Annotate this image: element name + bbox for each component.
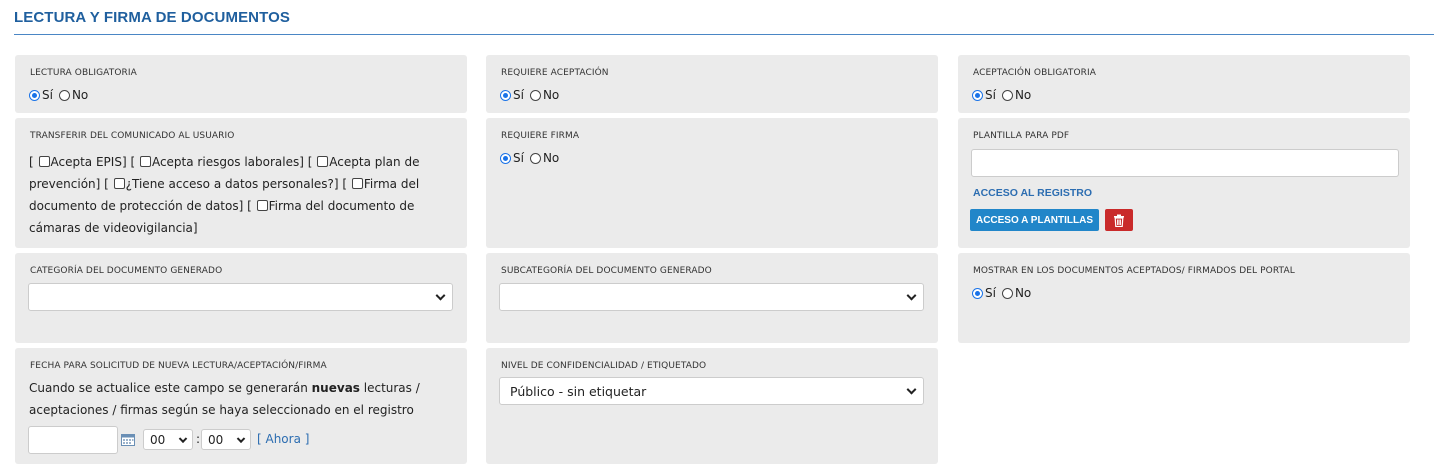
radio-yes-label: Sí <box>42 88 53 102</box>
fecha-text-bold: nuevas <box>311 381 360 395</box>
time-separator: : <box>196 432 201 446</box>
acceso-registro-link[interactable]: ACCESO AL REGISTRO <box>973 187 1092 199</box>
hour-select[interactable]: 00 <box>143 429 193 450</box>
radio-no-label: No <box>542 151 560 165</box>
radio-checked-icon <box>972 287 983 299</box>
option-label: ¿Tiene acceso a datos personales? <box>125 177 334 191</box>
radio-unchecked-icon <box>1001 89 1013 101</box>
requiere-firma-label: REQUIERE FIRMA <box>501 131 580 141</box>
plantilla-input[interactable] <box>971 149 1399 177</box>
card-lectura-obligatoria: LECTURA OBLIGATORIA Sí No <box>15 55 467 113</box>
radio-yes-label: Sí <box>985 286 996 300</box>
card-categoria: CATEGORÍA DEL DOCUMENTO GENERADO <box>15 253 467 343</box>
card-plantilla-pdf: PLANTILLA PARA PDF ACCESO AL REGISTRO AC… <box>958 118 1410 248</box>
fecha-date-input[interactable] <box>28 426 118 454</box>
radio-unchecked-icon <box>1001 287 1013 299</box>
lectura-obligatoria-label: LECTURA OBLIGATORIA <box>30 68 137 78</box>
nivel-selected-value: Público - sin etiquetar <box>510 383 647 399</box>
plantilla-label: PLANTILLA PARA PDF <box>973 131 1070 141</box>
aceptacion-yes-radio[interactable]: Sí <box>500 88 524 102</box>
card-transferir: TRANSFERIR DEL COMUNICADO AL USUARIO [ A… <box>15 118 467 248</box>
radio-checked-icon <box>500 152 511 164</box>
categoria-label: CATEGORÍA DEL DOCUMENTO GENERADO <box>30 266 223 276</box>
mostrar-label: MOSTRAR EN LOS DOCUMENTOS ACEPTADOS/ FIR… <box>973 266 1295 276</box>
checkbox-firma-camaras[interactable] <box>256 200 268 211</box>
requiere-aceptacion-label: REQUIERE ACEPTACIÓN <box>501 68 609 78</box>
chevron-down-icon <box>906 290 917 301</box>
card-fecha-solicitud: FECHA PARA SOLICITUD DE NUEVA LECTURA/AC… <box>15 348 467 464</box>
nivel-label: NIVEL DE CONFIDENCIALIDAD / ETIQUETADO <box>501 361 707 371</box>
chevron-down-icon <box>236 434 246 443</box>
section-title: LECTURA Y FIRMA DE DOCUMENTOS <box>14 9 290 26</box>
radio-unchecked-icon <box>58 89 70 101</box>
chevron-down-icon <box>906 384 917 395</box>
option-label: Acepta EPIS <box>50 155 122 169</box>
checkbox-acepta-epis[interactable] <box>38 156 50 167</box>
chevron-down-icon <box>178 434 188 443</box>
checkbox-acceso-datos[interactable] <box>113 178 125 189</box>
radio-no-label: No <box>1014 88 1032 102</box>
fecha-text-before: Cuando se actualice este campo se genera… <box>29 381 312 395</box>
card-aceptacion-obligatoria: ACEPTACIÓN OBLIGATORIA Sí No <box>958 55 1410 113</box>
firma-no-radio[interactable]: No <box>529 151 560 165</box>
radio-checked-icon <box>972 89 983 101</box>
radio-yes-label: Sí <box>985 88 996 102</box>
lectura-yes-radio[interactable]: Sí <box>29 88 53 102</box>
aceptacion-obligatoria-label: ACEPTACIÓN OBLIGATORIA <box>973 68 1097 78</box>
fecha-description: Cuando se actualice este campo se genera… <box>29 377 454 421</box>
now-link[interactable]: [ Ahora ] <box>257 432 309 446</box>
calendar-icon[interactable] <box>121 433 135 446</box>
nivel-select[interactable]: Público - sin etiquetar <box>499 377 924 405</box>
mostrar-yes-radio[interactable]: Sí <box>972 286 996 300</box>
hour-value: 00 <box>150 432 166 447</box>
acceso-plantillas-button[interactable]: ACCESO A PLANTILLAS <box>970 209 1099 231</box>
option-label: Acepta riesgos laborales <box>151 155 300 169</box>
lectura-no-radio[interactable]: No <box>58 88 89 102</box>
firma-yes-radio[interactable]: Sí <box>500 151 524 165</box>
radio-no-label: No <box>71 88 89 102</box>
card-mostrar-portal: MOSTRAR EN LOS DOCUMENTOS ACEPTADOS/ FIR… <box>958 253 1410 343</box>
card-requiere-aceptacion: REQUIERE ACEPTACIÓN Sí No <box>486 55 938 113</box>
card-nivel-confidencialidad: NIVEL DE CONFIDENCIALIDAD / ETIQUETADO P… <box>486 348 938 464</box>
delete-button[interactable] <box>1105 209 1133 231</box>
radio-no-label: No <box>1014 286 1032 300</box>
radio-checked-icon <box>500 89 511 101</box>
section-divider <box>14 34 1434 35</box>
card-subcategoria: SUBCATEGORÍA DEL DOCUMENTO GENERADO <box>486 253 938 343</box>
subcategoria-label: SUBCATEGORÍA DEL DOCUMENTO GENERADO <box>501 266 712 276</box>
trash-icon <box>1114 214 1124 227</box>
chevron-down-icon <box>435 290 446 301</box>
fecha-label: FECHA PARA SOLICITUD DE NUEVA LECTURA/AC… <box>30 361 327 371</box>
categoria-select[interactable] <box>28 283 453 311</box>
checkbox-firma-proteccion[interactable] <box>351 178 363 189</box>
radio-yes-label: Sí <box>513 88 524 102</box>
radio-checked-icon <box>29 89 40 101</box>
radio-no-label: No <box>542 88 560 102</box>
subcategoria-select[interactable] <box>499 283 924 311</box>
radio-yes-label: Sí <box>513 151 524 165</box>
radio-unchecked-icon <box>529 89 541 101</box>
radio-unchecked-icon <box>529 152 541 164</box>
minute-select[interactable]: 00 <box>201 429 251 450</box>
checkbox-acepta-riesgos[interactable] <box>139 156 151 167</box>
aceptacion-obligatoria-no-radio[interactable]: No <box>1001 88 1032 102</box>
mostrar-no-radio[interactable]: No <box>1001 286 1032 300</box>
transferir-options: [ Acepta EPIS] [ Acepta riesgos laborale… <box>29 155 420 235</box>
transferir-label: TRANSFERIR DEL COMUNICADO AL USUARIO <box>30 131 235 141</box>
checkbox-acepta-plan[interactable] <box>317 156 329 167</box>
minute-value: 00 <box>208 432 224 447</box>
aceptacion-obligatoria-yes-radio[interactable]: Sí <box>972 88 996 102</box>
aceptacion-no-radio[interactable]: No <box>529 88 560 102</box>
card-requiere-firma: REQUIERE FIRMA Sí No <box>486 118 938 248</box>
